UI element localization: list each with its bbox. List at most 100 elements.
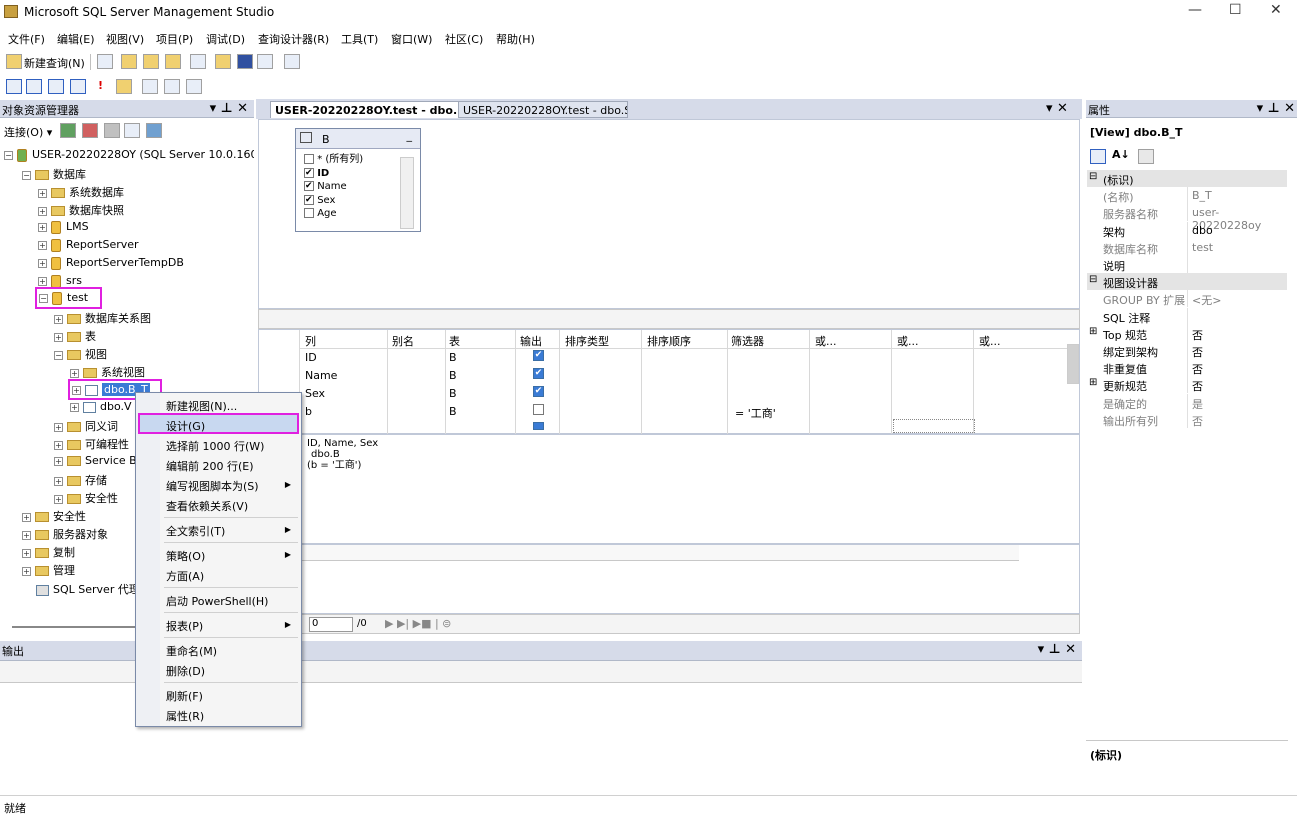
menu-fulltext-index[interactable]: 全文索引(T) [166, 523, 225, 539]
property-row[interactable]: 说明 [1087, 256, 1287, 273]
column-name[interactable]: ✔ Name [304, 180, 363, 194]
property-category[interactable]: ⊟ 视图设计器 [1087, 273, 1287, 291]
tree-storage[interactable]: + 存储 [54, 472, 107, 488]
alphabetical-icon[interactable]: A↓ [1112, 148, 1130, 161]
property-value[interactable]: dbo [1192, 224, 1213, 237]
expand-icon[interactable]: ⊟ [1089, 171, 1097, 182]
close-properties-icon[interactable]: ▾ ⊥ ✕ [1257, 101, 1295, 116]
property-value[interactable]: 否 [1192, 361, 1203, 377]
execute-sql-icon[interactable]: ! [98, 79, 103, 92]
expand-icon[interactable]: ⊟ [1089, 274, 1097, 285]
criteria-row-table[interactable]: B [449, 369, 457, 382]
tree-programmability[interactable]: + 可编程性 [54, 436, 129, 452]
minimize-table-icon[interactable]: _ [407, 129, 413, 142]
menu-refresh[interactable]: 刷新(F) [166, 688, 203, 704]
tree-server[interactable]: − USER-20220228OY (SQL Server 10.0.1600 [4, 148, 254, 162]
tree-system-databases[interactable]: + 系统数据库 [38, 184, 124, 200]
criteria-row-column[interactable]: ID [305, 351, 317, 364]
splitter[interactable] [258, 309, 1080, 329]
close-icon[interactable]: ▾ ⊥ ✕ [210, 101, 248, 116]
criteria-row-column[interactable]: Sex [305, 387, 325, 400]
categorized-icon[interactable] [1090, 149, 1106, 164]
menu-edit[interactable]: 编辑(E) [57, 31, 95, 47]
refresh-icon[interactable] [146, 123, 162, 138]
tree-security[interactable]: + 安全性 [22, 508, 86, 524]
analysis-query-icon[interactable] [143, 54, 159, 69]
new-file-icon[interactable] [97, 54, 113, 69]
tree-sql-agent[interactable]: SQL Server 代理 [36, 581, 140, 597]
menu-file[interactable]: 文件(F) [8, 31, 45, 47]
show-criteria-pane-icon[interactable] [26, 79, 42, 94]
property-row[interactable]: SQL 注释 [1087, 307, 1287, 325]
menu-start-powershell[interactable]: 启动 PowerShell(H) [166, 593, 268, 609]
menu-design[interactable]: 设计(G) [166, 418, 205, 434]
table-b-header[interactable]: B _ [296, 129, 420, 149]
tree-replication[interactable]: + 复制 [22, 544, 75, 560]
expand-icon[interactable]: ⊞ [1089, 326, 1097, 337]
add-table-icon[interactable] [164, 79, 180, 94]
menu-tools[interactable]: 工具(T) [341, 31, 378, 47]
criteria-row-table[interactable]: B [449, 351, 457, 364]
menu-window[interactable]: 窗口(W) [391, 31, 432, 47]
menu-facets[interactable]: 方面(A) [166, 568, 204, 584]
close-button[interactable]: ✕ [1270, 2, 1282, 18]
tree-db-security[interactable]: + 安全性 [54, 490, 118, 506]
maximize-button[interactable]: ☐ [1229, 2, 1242, 18]
menu-properties[interactable]: 属性(R) [166, 708, 204, 724]
column-sex[interactable]: ✔ Sex [304, 194, 363, 208]
page-input[interactable]: 0 [309, 617, 353, 632]
property-value[interactable]: 否 [1192, 413, 1203, 429]
mdx-query-icon[interactable] [165, 54, 181, 69]
tree-db-lms[interactable]: + LMS [38, 220, 89, 234]
menu-debug[interactable]: 调试(D) [206, 31, 245, 47]
output-checkbox[interactable]: ✔ [533, 386, 544, 397]
table-b-box[interactable]: B _ * (所有列) ✔ ID ✔ Name ✔ Sex Age [295, 128, 421, 232]
tree-databases[interactable]: − 数据库 [22, 166, 86, 182]
output-checkbox[interactable] [533, 404, 544, 415]
grid-cell-focus[interactable] [893, 419, 975, 433]
criteria-row-table[interactable]: B [449, 405, 457, 418]
tree-synonyms[interactable]: + 同义词 [54, 418, 118, 434]
property-row[interactable]: (名称) B_T [1087, 187, 1287, 205]
tree-tables[interactable]: + 表 [54, 328, 96, 344]
property-category[interactable]: ⊟ (标识) [1087, 170, 1287, 187]
db-engine-query-icon[interactable] [121, 54, 137, 69]
stop-icon[interactable] [104, 123, 120, 138]
tree-service-broker[interactable]: + Service B [54, 454, 137, 467]
column-all[interactable]: * (所有列) [304, 153, 363, 167]
tree-view-dbo-v[interactable]: + dbo.V [70, 400, 132, 413]
menu-edit-top-200[interactable]: 编辑前 200 行(E) [166, 458, 254, 474]
minimize-button[interactable]: — [1188, 2, 1202, 18]
menu-view[interactable]: 视图(V) [106, 31, 144, 47]
menu-reports[interactable]: 报表(P) [166, 618, 203, 634]
property-value[interactable]: 否 [1192, 327, 1203, 343]
verify-sql-icon[interactable] [116, 79, 132, 94]
criteria-row-column[interactable]: b [305, 405, 312, 418]
property-value[interactable]: test [1192, 241, 1213, 254]
property-value[interactable]: 是 [1192, 396, 1203, 412]
show-results-pane-icon[interactable] [70, 79, 86, 94]
activity-monitor-icon[interactable] [284, 54, 300, 69]
menu-script-view-as[interactable]: 编写视图脚本为(S) [166, 478, 259, 494]
menu-rename[interactable]: 重命名(M) [166, 643, 217, 659]
property-row[interactable]: 架构 dbo [1087, 221, 1287, 239]
properties-object[interactable]: [View] dbo.B_T [1086, 120, 1297, 146]
table-b-scrollbar[interactable] [400, 157, 414, 229]
property-row[interactable]: 数据库名称 test [1087, 238, 1287, 256]
save-icon[interactable] [237, 54, 253, 69]
output-checkbox[interactable]: ✔ [533, 368, 544, 379]
tree-management[interactable]: + 管理 [22, 562, 75, 578]
property-row[interactable]: GROUP BY 扩展 <无> [1087, 290, 1287, 308]
property-row[interactable]: ⊞ Top 规范 否 [1087, 324, 1287, 343]
tree-db-test[interactable]: − test [35, 287, 103, 309]
menu-project[interactable]: 项目(P) [156, 31, 193, 47]
menu-query-designer[interactable]: 查询设计器(R) [258, 31, 329, 47]
criteria-row-filter[interactable]: = '工商' [735, 405, 776, 421]
property-row[interactable]: ⊞ 更新规范 否 [1087, 376, 1287, 394]
output-checkbox[interactable] [533, 422, 544, 430]
tree-db-srs[interactable]: + srs [38, 274, 82, 288]
connect-button[interactable]: 连接(O) ▾ [4, 124, 52, 140]
new-query-icon[interactable] [6, 54, 22, 69]
new-query-button[interactable]: 新建查询(N) [24, 55, 85, 71]
menu-new-view[interactable]: 新建视图(N)... [166, 398, 237, 414]
